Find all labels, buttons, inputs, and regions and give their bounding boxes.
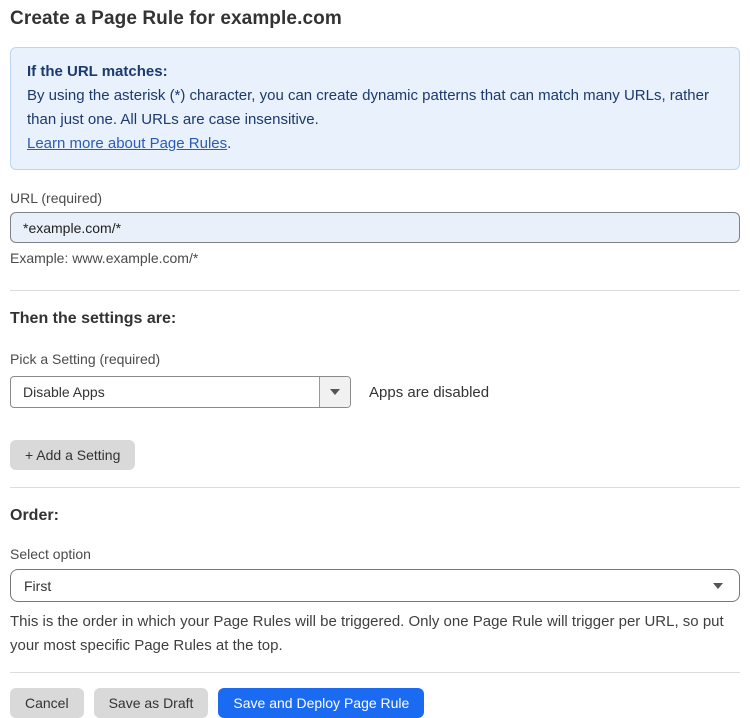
- settings-section-heading: Then the settings are:: [10, 310, 177, 327]
- setting-row: Disable Apps Apps are disabled: [10, 376, 740, 408]
- setting-select-arrow-button[interactable]: [319, 377, 350, 407]
- setting-status-text: Apps are disabled: [369, 383, 490, 401]
- url-match-info-box: If the URL matches: By using the asteris…: [10, 47, 740, 170]
- info-box-heading: If the URL matches:: [27, 63, 168, 80]
- save-deploy-button[interactable]: Save and Deploy Page Rule: [218, 688, 425, 718]
- footer-button-row: Cancel Save as Draft Save and Deploy Pag…: [10, 688, 740, 718]
- order-select[interactable]: First: [10, 569, 740, 602]
- add-setting-button[interactable]: + Add a Setting: [10, 440, 136, 470]
- order-section-heading: Order:: [10, 507, 59, 524]
- chevron-down-icon: [330, 389, 340, 395]
- info-box-link-line: Learn more about Page Rules.: [27, 132, 723, 156]
- setting-picker-label: Pick a Setting (required): [10, 351, 161, 367]
- order-select-value: First: [24, 577, 52, 594]
- cancel-button[interactable]: Cancel: [10, 688, 84, 718]
- chevron-down-icon: [713, 582, 723, 589]
- setting-select[interactable]: Disable Apps: [10, 376, 351, 408]
- url-field-label: URL (required): [10, 190, 103, 206]
- link-period: .: [227, 135, 232, 152]
- page-title: Create a Page Rule for example.com: [10, 8, 342, 29]
- order-select-label: Select option: [10, 546, 91, 562]
- info-box-body: By using the asterisk (*) character, you…: [27, 87, 709, 128]
- section-divider: [10, 290, 740, 291]
- order-helper-text: This is the order in which your Page Rul…: [10, 613, 724, 654]
- url-field-helper: Example: www.example.com/*: [10, 250, 199, 266]
- footer-divider: [10, 672, 740, 673]
- learn-more-link[interactable]: Learn more about Page Rules: [27, 135, 227, 152]
- url-input[interactable]: [10, 212, 740, 243]
- section-divider: [10, 487, 740, 488]
- save-draft-button[interactable]: Save as Draft: [93, 688, 209, 718]
- setting-select-value: Disable Apps: [23, 384, 105, 400]
- create-page-rule-form: Create a Page Rule for example.com If th…: [0, 0, 750, 718]
